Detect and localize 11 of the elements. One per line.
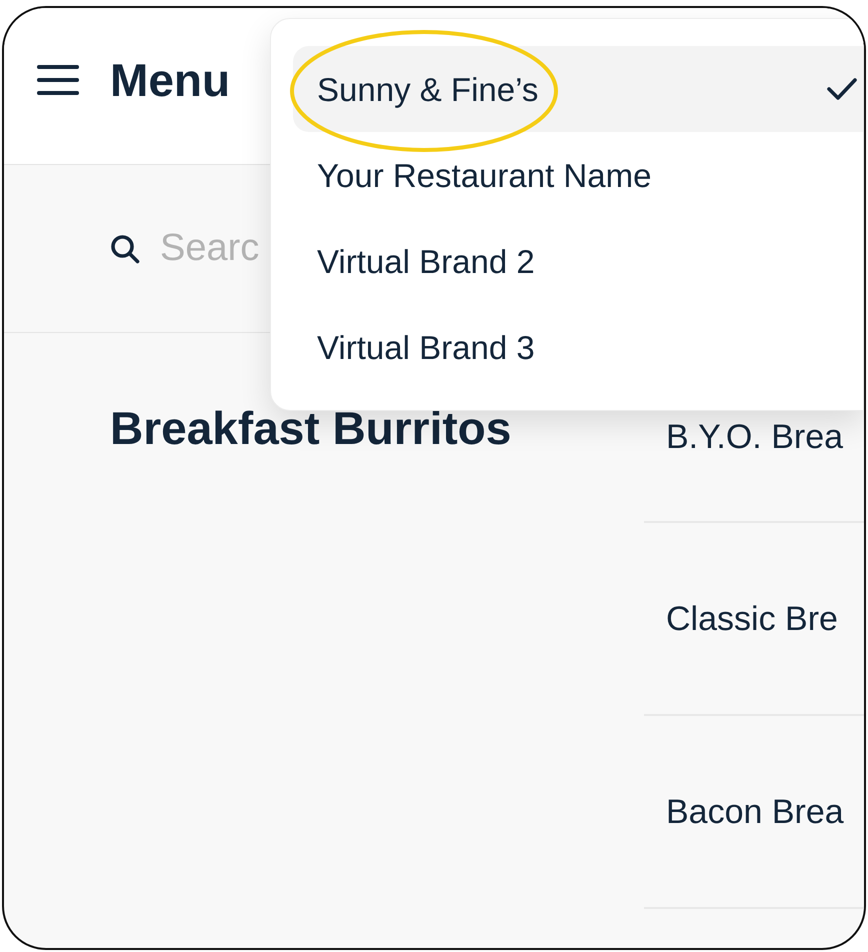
menu-item[interactable]: B.Y.O. Brea xyxy=(666,420,844,454)
category-heading: Breakfast Burritos xyxy=(110,405,512,451)
menu-item[interactable]: Bacon Brea xyxy=(666,794,844,828)
menu-icon xyxy=(37,64,79,96)
page-title: Menu xyxy=(110,57,230,103)
search-icon xyxy=(110,234,140,264)
menu-button[interactable] xyxy=(37,64,79,96)
search-field[interactable]: Searc xyxy=(160,226,264,272)
menu-item[interactable]: Classic Bre xyxy=(666,602,838,636)
check-icon xyxy=(827,77,857,101)
dropdown-item[interactable]: Sunny & Fine’s xyxy=(293,46,863,132)
